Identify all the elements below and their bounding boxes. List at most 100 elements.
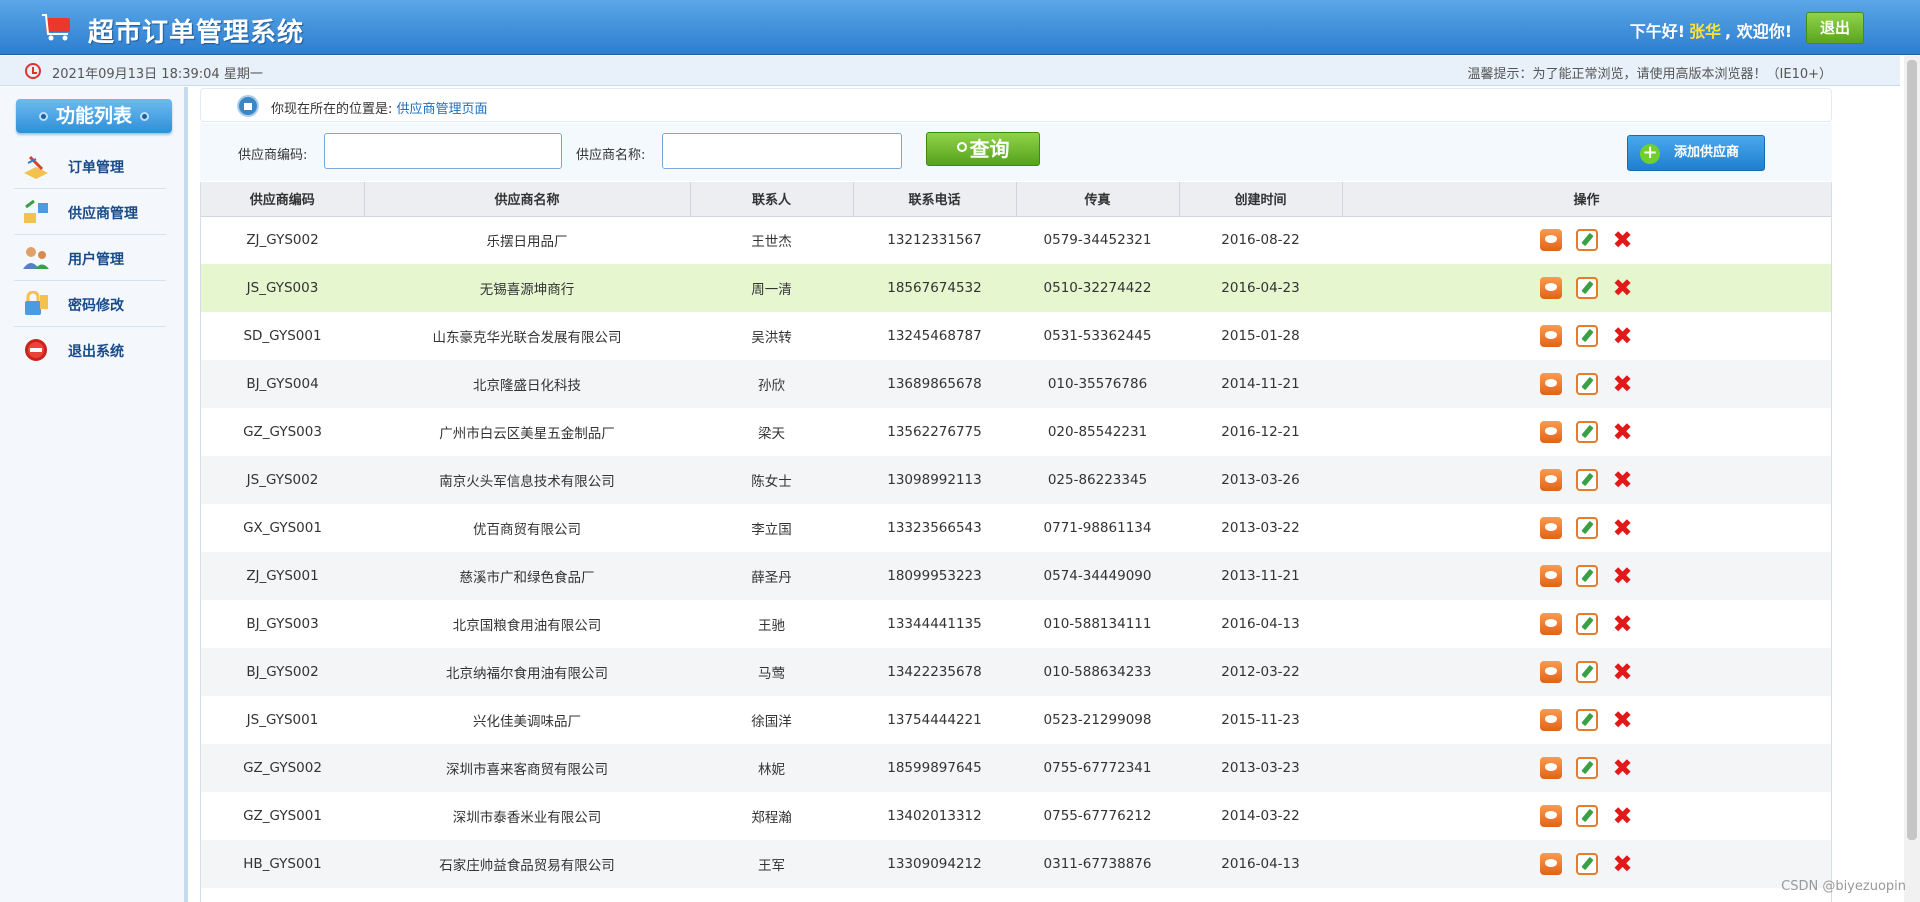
table-row[interactable]: GZ_GYS002 深圳市喜来客商贸有限公司 林妮 18599897645 0755-6… [201, 744, 1831, 792]
sidebar-item-label: 退出系统 [68, 344, 124, 360]
plus-icon: + [1640, 144, 1660, 164]
delete-icon[interactable]: ✖ [1612, 708, 1634, 732]
delete-icon[interactable]: ✖ [1612, 612, 1634, 636]
add-provider-label: 添加供应商 [1674, 145, 1740, 160]
edit-icon[interactable] [1575, 517, 1598, 539]
table-row[interactable]: BJ_GYS004 北京隆盛日化科技 孙欣 13689865678 010-355767… [201, 360, 1831, 408]
table-row[interactable]: JS_GYS003 无锡喜源坤商行 周一清 18567674532 0510-32274… [201, 264, 1831, 312]
edit-icon[interactable] [1575, 853, 1598, 875]
provider-name-cell: 北京国粮食用油有限公司 [364, 600, 690, 648]
breadcrumb-text: 你现在所在的位置是: 供应商管理页面 [271, 98, 488, 117]
sidebar-item-users[interactable]: 用户管理 [14, 235, 166, 281]
breadcrumb-current[interactable]: 供应商管理页面 [397, 102, 488, 117]
table-header-row: 供应商编码 供应商名称 联系人 联系电话 传真 创建时间 操作 [201, 182, 1831, 217]
delete-icon[interactable]: ✖ [1612, 420, 1634, 444]
fax-cell: 025-86223345 [1016, 456, 1179, 504]
table-row[interactable]: GZ_GYS003 广州市白云区美星五金制品厂 梁天 13562276775 020-8… [201, 408, 1831, 456]
table-row[interactable]: GZ_GYS001 深圳市泰香米业有限公司 郑程瀚 13402013312 0755-6… [201, 792, 1831, 840]
table-row[interactable]: JS_GYS001 兴化佳美调味品厂 徐国洋 13754444221 0523-2129… [201, 696, 1831, 744]
delete-icon[interactable]: ✖ [1612, 372, 1634, 396]
delete-icon[interactable]: ✖ [1612, 276, 1634, 300]
contact-cell: 李立国 [690, 504, 853, 552]
table-row[interactable]: JS_GYS002 南京火头军信息技术有限公司 陈女士 13098992113 025-… [201, 456, 1831, 504]
edit-icon[interactable] [1575, 565, 1598, 587]
table-row[interactable]: GX_GYS001 优百商贸有限公司 李立国 13323566543 0771-9886… [201, 504, 1831, 552]
table-row[interactable]: BJ_GYS002 北京纳福尔食用油有限公司 马莺 13422235678 010-58… [201, 648, 1831, 696]
contact-cell: 吴洪转 [690, 312, 853, 360]
sidebar-item-providers[interactable]: 供应商管理 [14, 189, 166, 235]
table-row[interactable]: HB_GYS001 石家庄帅益食品贸易有限公司 王军 13309094212 0311-… [201, 840, 1831, 888]
edit-icon[interactable] [1575, 661, 1598, 683]
delete-icon[interactable]: ✖ [1612, 324, 1634, 348]
phone-cell: 13754444221 [853, 696, 1016, 744]
view-icon[interactable] [1539, 229, 1562, 252]
provider-code-cell: BJ_GYS004 [201, 360, 364, 408]
phone-cell: 13689865678 [853, 360, 1016, 408]
delete-icon[interactable]: ✖ [1612, 516, 1634, 540]
sidebar-item-password[interactable]: 密码修改 [14, 281, 166, 327]
view-icon[interactable] [1539, 421, 1562, 443]
delete-icon[interactable]: ✖ [1612, 564, 1634, 588]
provider-code-cell: GZ_GYS001 [201, 792, 364, 840]
edit-icon[interactable] [1575, 373, 1598, 395]
view-icon[interactable] [1539, 469, 1562, 491]
add-provider-button[interactable]: + 添加供应商 [1627, 135, 1765, 171]
view-icon[interactable] [1539, 373, 1562, 395]
query-button[interactable]: 查询 [926, 132, 1040, 166]
edit-icon[interactable] [1575, 325, 1598, 347]
clock-icon [25, 63, 41, 79]
table-row[interactable]: ZJ_GYS002 乐摆日用品厂 王世杰 13212331567 0579-344523… [201, 216, 1831, 264]
view-icon[interactable] [1539, 853, 1562, 875]
provider-name-input[interactable] [662, 133, 902, 169]
edit-icon[interactable] [1575, 469, 1598, 491]
delete-icon[interactable]: ✖ [1612, 228, 1634, 252]
logout-button[interactable]: 退出 [1806, 12, 1864, 44]
view-icon[interactable] [1539, 325, 1562, 347]
contact-cell: 王军 [690, 840, 853, 888]
row-actions: ✖ [1342, 468, 1831, 492]
delete-icon[interactable]: ✖ [1612, 804, 1634, 828]
contact-cell: 王世杰 [690, 216, 853, 264]
delete-icon[interactable]: ✖ [1612, 468, 1634, 492]
provider-name-cell: 优百商贸有限公司 [364, 504, 690, 552]
edit-icon[interactable] [1575, 421, 1598, 443]
provider-name-cell: 深圳市泰香米业有限公司 [364, 792, 690, 840]
created-date-cell: 2016-04-23 [1179, 264, 1342, 312]
edit-icon[interactable] [1575, 757, 1598, 779]
edit-icon[interactable] [1575, 805, 1598, 827]
table-row[interactable]: BJ_GYS003 北京国粮食用油有限公司 王驰 13344441135 010-588… [201, 600, 1831, 648]
delete-icon[interactable]: ✖ [1612, 660, 1634, 684]
edit-icon[interactable] [1575, 277, 1598, 299]
table-row[interactable]: SD_GYS001 山东豪克华光联合发展有限公司 吴洪转 13245468787 053… [201, 312, 1831, 360]
view-icon[interactable] [1539, 565, 1562, 587]
view-icon[interactable] [1539, 277, 1562, 299]
fax-cell: 010-35576786 [1016, 360, 1179, 408]
table-row[interactable]: ZJ_GYS001 慈溪市广和绿色食品厂 薛圣丹 18099953223 0574-34… [201, 552, 1831, 600]
view-icon[interactable] [1539, 517, 1562, 539]
phone-cell: 13245468787 [853, 312, 1016, 360]
column-header: 操作 [1342, 182, 1831, 217]
delete-icon[interactable]: ✖ [1612, 756, 1634, 780]
edit-icon[interactable] [1575, 709, 1598, 731]
provider-code-input[interactable] [324, 133, 562, 169]
breadcrumb: 你现在所在的位置是: 供应商管理页面 [200, 88, 1832, 122]
scrollbar-thumb[interactable] [1907, 60, 1917, 840]
edit-icon[interactable] [1575, 229, 1598, 252]
contact-cell: 林妮 [690, 744, 853, 792]
view-icon[interactable] [1539, 805, 1562, 827]
fax-cell: 010-588134111 [1016, 600, 1179, 648]
view-icon[interactable] [1539, 709, 1562, 731]
delete-icon[interactable]: ✖ [1612, 852, 1634, 876]
sidebar-item-orders[interactable]: 订单管理 [14, 143, 166, 189]
provider-name-cell: 石家庄帅益食品贸易有限公司 [364, 840, 690, 888]
view-icon[interactable] [1539, 661, 1562, 683]
phone-cell: 13212331567 [853, 216, 1016, 264]
view-icon[interactable] [1539, 757, 1562, 779]
provider-name-cell: 北京隆盛日化科技 [364, 360, 690, 408]
view-icon[interactable] [1539, 613, 1562, 635]
edit-icon[interactable] [1575, 613, 1598, 635]
vertical-scrollbar[interactable] [1904, 56, 1920, 902]
created-date-cell: 2016-08-22 [1179, 216, 1342, 264]
phone-cell: 18099953223 [853, 552, 1016, 600]
sidebar-item-exit[interactable]: 退出系统 [14, 327, 166, 373]
